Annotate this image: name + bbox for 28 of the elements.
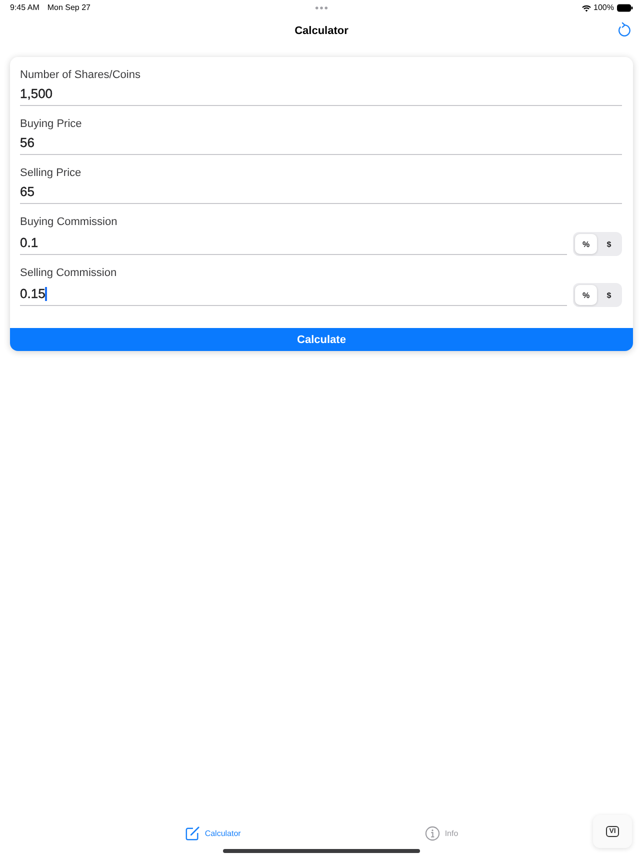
field-label: Number of Shares/Coins	[20, 68, 142, 82]
battery-percentage: 100%	[594, 3, 614, 13]
input-field[interactable]: 0.15	[20, 285, 567, 306]
screen-title: Calculator	[294, 24, 348, 38]
field-label: Selling Commission	[20, 266, 118, 280]
unit-segmented-control[interactable]: % $	[573, 232, 622, 256]
input-field[interactable]: 1,500	[20, 85, 622, 106]
battery-icon	[617, 4, 633, 12]
unit-segment[interactable]: %	[575, 234, 597, 254]
status-date: Mon Sep 27	[47, 3, 90, 13]
unit-segment[interactable]: %	[575, 285, 597, 305]
compose-icon	[184, 826, 200, 840]
field-label: Selling Price	[20, 166, 82, 180]
input-field[interactable]: 0.1	[20, 234, 567, 255]
calculate-button[interactable]: Calculate	[10, 328, 633, 351]
more-dots-icon[interactable]	[315, 6, 328, 10]
unit-segment[interactable]: $	[598, 234, 620, 254]
unit-segment[interactable]: $	[598, 285, 620, 305]
input-field[interactable]: 65	[20, 183, 622, 204]
tab-item[interactable]: Calculator	[184, 826, 241, 840]
field-label: Buying Price	[20, 117, 83, 131]
wifi-icon	[582, 4, 591, 12]
info-icon	[424, 826, 440, 840]
status-time: 9:45 AM	[10, 3, 40, 13]
unit-segmented-control[interactable]: % $	[573, 283, 622, 307]
field-label: Buying Commission	[20, 215, 118, 229]
refresh-icon[interactable]	[618, 22, 631, 37]
input-field[interactable]: 56	[20, 134, 622, 155]
